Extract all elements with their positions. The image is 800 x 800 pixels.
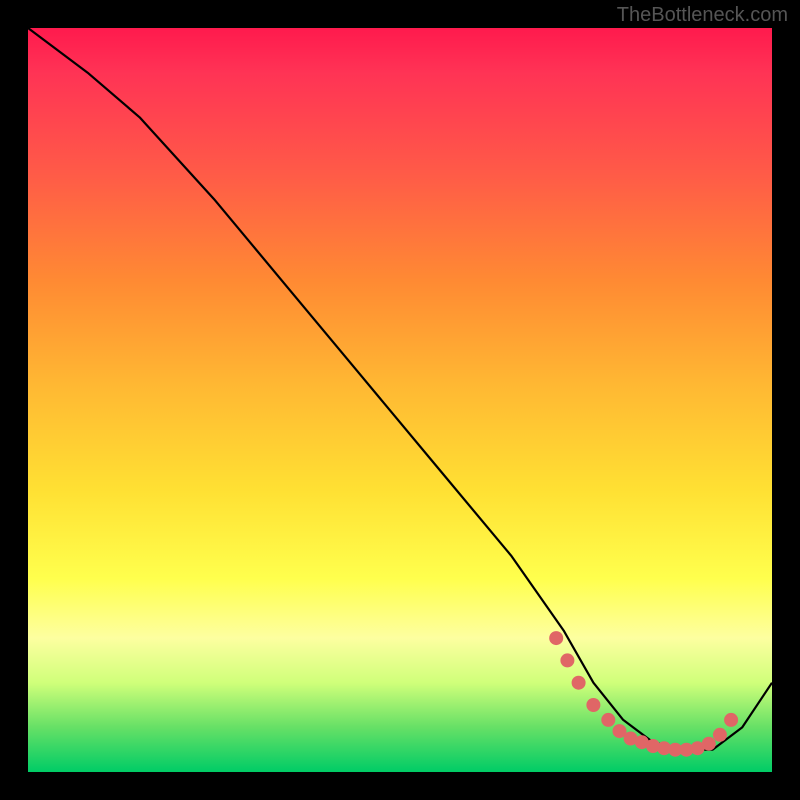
marker-dot (657, 741, 671, 755)
marker-dot (646, 739, 660, 753)
marker-dot (679, 743, 693, 757)
marker-dot (702, 737, 716, 751)
marker-dot (601, 713, 615, 727)
marker-dot (691, 741, 705, 755)
marker-dot (586, 698, 600, 712)
marker-dot (635, 735, 649, 749)
marker-dot (668, 743, 682, 757)
marker-dot (613, 724, 627, 738)
marker-dot (724, 713, 738, 727)
marker-dot (560, 653, 574, 667)
chart-svg (28, 28, 772, 772)
watermark-text: TheBottleneck.com (617, 4, 788, 27)
marker-dot (713, 728, 727, 742)
marker-dot (549, 631, 563, 645)
chart-plot-area (28, 28, 772, 772)
curve-line (28, 28, 772, 750)
marker-dot (624, 732, 638, 746)
marker-dot (572, 676, 586, 690)
